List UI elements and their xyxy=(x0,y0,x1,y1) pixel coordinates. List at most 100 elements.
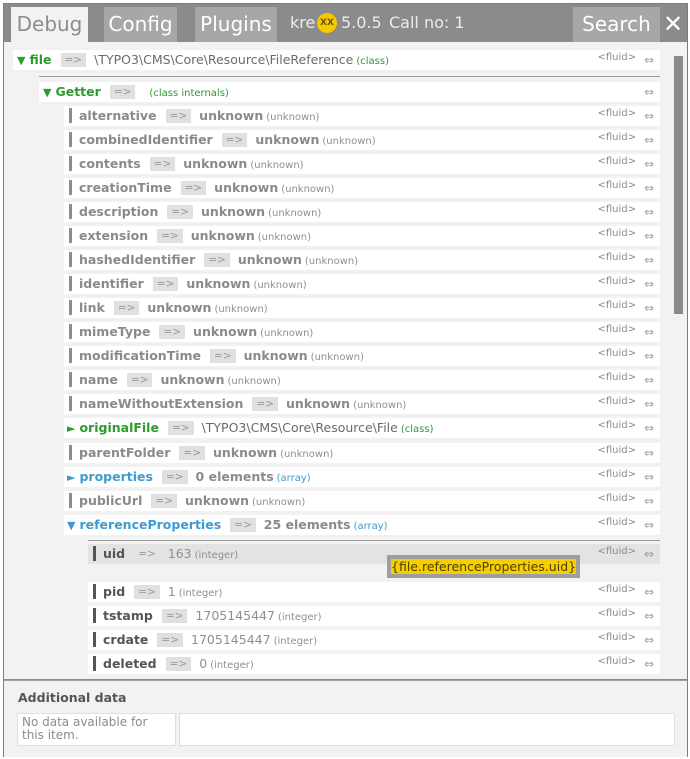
tree-row-originalfile[interactable]: ► originalFile => \TYPO3\CMS\Core\Resource\… xyxy=(64,418,660,438)
tree-row[interactable]: contents => unknown (unknown) <fluid> ⇔ xyxy=(64,154,660,174)
fluid-link[interactable]: <fluid> xyxy=(597,346,636,362)
tree-row[interactable]: link => unknown (unknown) <fluid> ⇔ xyxy=(64,298,660,318)
fluid-link[interactable]: <fluid> xyxy=(597,154,636,170)
fluid-link[interactable]: <fluid> xyxy=(597,178,636,194)
collapse-icon[interactable]: ⇔ xyxy=(644,156,654,172)
tree-row-getter[interactable]: ▼ Getter => (class internals) ⇔ xyxy=(39,82,660,102)
leaf-marker xyxy=(69,396,72,411)
collapse-icon[interactable]: ⇔ xyxy=(644,420,654,436)
fluid-link[interactable]: <fluid> xyxy=(597,370,636,386)
topbar: Debug Config Plugins kre XX 5.0.5 Call n… xyxy=(4,4,687,42)
tree-row[interactable]: identifier => unknown (unknown) <fluid> ⇔ xyxy=(64,274,660,294)
expanded-triangle-icon[interactable]: ▼ xyxy=(67,519,75,532)
fluid-link[interactable]: <fluid> xyxy=(597,606,636,622)
expanded-triangle-icon[interactable]: ▼ xyxy=(17,54,25,67)
tree-row[interactable]: nameWithoutExtension => unknown (unknown) <f… xyxy=(64,394,660,414)
arrow-operator: => xyxy=(149,157,176,171)
tree-row[interactable]: alternative => unknown (unknown) <fluid> ⇔ xyxy=(64,106,660,126)
leaf-marker xyxy=(69,372,72,387)
tree-row[interactable]: crdate => 1705145447 (integer) <fluid> ⇔ xyxy=(88,630,660,650)
tree-row[interactable]: mimeType => unknown (unknown) <fluid> ⇔ xyxy=(64,322,660,342)
row-key: name xyxy=(79,372,118,387)
collapse-icon[interactable]: ⇔ xyxy=(644,517,654,533)
collapse-icon[interactable]: ⇔ xyxy=(644,228,654,244)
close-icon[interactable]: ✕ xyxy=(660,10,686,38)
collapse-icon[interactable]: ⇔ xyxy=(644,372,654,388)
fluid-link[interactable]: <fluid> xyxy=(597,582,636,598)
expanded-triangle-icon[interactable]: ▼ xyxy=(43,86,51,99)
tree-row-publicurl[interactable]: publicUrl => unknown (unknown) <fluid> ⇔ xyxy=(64,491,660,511)
fluid-link[interactable]: <fluid> xyxy=(597,467,636,483)
collapse-icon[interactable]: ⇔ xyxy=(644,445,654,461)
tree-row[interactable]: creationTime => unknown (unknown) <fluid> ⇔ xyxy=(64,178,660,198)
collapse-icon[interactable]: ⇔ xyxy=(644,584,654,600)
collapse-icon[interactable]: ⇔ xyxy=(644,396,654,412)
row-key: originalFile xyxy=(79,420,159,435)
tree-row[interactable]: description => unknown (unknown) <fluid> ⇔ xyxy=(64,202,660,222)
fluid-link[interactable]: <fluid> xyxy=(597,515,636,531)
fluid-link[interactable]: <fluid> xyxy=(597,298,636,314)
collapse-icon[interactable]: ⇔ xyxy=(644,656,654,672)
collapse-icon[interactable]: ⇔ xyxy=(644,108,654,124)
leaf-marker xyxy=(69,252,72,267)
tree-row[interactable]: name => unknown (unknown) <fluid> ⇔ xyxy=(64,370,660,390)
tab-config[interactable]: Config xyxy=(104,7,177,42)
row-type: (unknown) xyxy=(260,328,314,339)
scrollbar-thumb[interactable] xyxy=(674,56,683,314)
collapse-icon[interactable]: ⇔ xyxy=(644,469,654,485)
fluid-link[interactable]: <fluid> xyxy=(597,443,636,459)
collapse-icon[interactable]: ⇔ xyxy=(644,348,654,364)
fluid-link[interactable]: <fluid> xyxy=(597,544,636,560)
tree-row-file[interactable]: ▼ file => \TYPO3\CMS\Core\Resource\FileRefe… xyxy=(13,50,660,70)
row-value: 163 xyxy=(167,546,192,561)
collapse-icon[interactable]: ⇔ xyxy=(644,84,654,100)
fluid-link[interactable]: <fluid> xyxy=(597,130,636,146)
tree-row[interactable]: combinedIdentifier => unknown (unknown) <flu… xyxy=(64,130,660,150)
collapse-icon[interactable]: ⇔ xyxy=(644,300,654,316)
tree-row-referenceproperties[interactable]: ▼ referenceProperties => 25 elements (array)… xyxy=(64,515,660,535)
fluid-link[interactable]: <fluid> xyxy=(597,630,636,646)
collapse-icon[interactable]: ⇔ xyxy=(644,204,654,220)
fluid-link[interactable]: <fluid> xyxy=(597,106,636,122)
tree-row[interactable]: extension => unknown (unknown) <fluid> ⇔ xyxy=(64,226,660,246)
collapsed-triangle-icon[interactable]: ► xyxy=(67,471,75,484)
fluid-link[interactable]: <fluid> xyxy=(597,250,636,266)
fluid-link[interactable]: <fluid> xyxy=(597,226,636,242)
collapse-icon[interactable]: ⇔ xyxy=(644,132,654,148)
fluid-link[interactable]: <fluid> xyxy=(597,491,636,507)
tree-row[interactable]: tstamp => 1705145447 (integer) <fluid> ⇔ xyxy=(88,606,660,626)
tree-row[interactable]: modificationTime => unknown (unknown) <fluid… xyxy=(64,346,660,366)
collapse-icon[interactable]: ⇔ xyxy=(644,276,654,292)
user-name: kre xyxy=(290,13,316,32)
collapse-icon[interactable]: ⇔ xyxy=(644,493,654,509)
arrow-operator: => xyxy=(151,494,177,508)
fluid-link[interactable]: <fluid> xyxy=(597,274,636,290)
collapse-icon[interactable]: ⇔ xyxy=(644,180,654,196)
fluid-link[interactable]: <fluid> xyxy=(597,202,636,218)
row-type: (unknown) xyxy=(280,449,334,460)
tree-row-parentfolder[interactable]: parentFolder => unknown (unknown) <fluid> ⇔ xyxy=(64,443,660,463)
tree-row[interactable]: deleted => 0 (integer) <fluid> ⇔ xyxy=(88,654,660,674)
tree-row-properties[interactable]: ► properties => 0 elements (array) <fluid> ⇔ xyxy=(64,467,660,487)
tree-row[interactable]: pid => 1 (integer) <fluid> ⇔ xyxy=(88,582,660,602)
collapse-icon[interactable]: ⇔ xyxy=(644,52,654,68)
row-type: (integer) xyxy=(210,660,254,671)
collapse-icon[interactable]: ⇔ xyxy=(644,546,654,562)
tree-row[interactable]: hashedIdentifier => unknown (unknown) <fluid… xyxy=(64,250,660,270)
debug-tree: ▼ file => \TYPO3\CMS\Core\Resource\FileRefe… xyxy=(4,42,687,679)
fluid-link[interactable]: <fluid> xyxy=(597,654,636,670)
collapse-icon[interactable]: ⇔ xyxy=(644,608,654,624)
tab-plugins[interactable]: Plugins xyxy=(195,7,277,42)
fluid-link[interactable]: <fluid> xyxy=(597,418,636,434)
arrow-operator: => xyxy=(252,397,279,411)
collapse-icon[interactable]: ⇔ xyxy=(644,252,654,268)
row-value: unknown xyxy=(214,180,279,195)
collapse-icon[interactable]: ⇔ xyxy=(644,632,654,648)
fluid-link[interactable]: <fluid> xyxy=(597,394,636,410)
search-button[interactable]: Search xyxy=(573,7,660,42)
fluid-link[interactable]: <fluid> xyxy=(597,50,636,66)
tab-debug[interactable]: Debug xyxy=(11,7,88,42)
fluid-link[interactable]: <fluid> xyxy=(597,322,636,338)
collapsed-triangle-icon[interactable]: ► xyxy=(67,422,75,435)
collapse-icon[interactable]: ⇔ xyxy=(644,324,654,340)
